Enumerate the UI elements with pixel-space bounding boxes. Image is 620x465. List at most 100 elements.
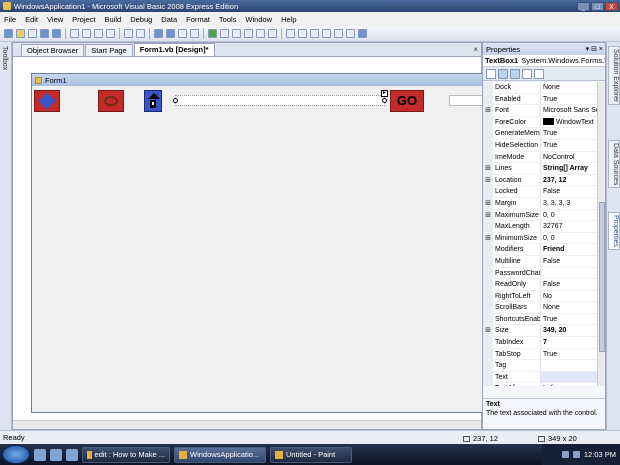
resize-handle-right[interactable] (382, 98, 387, 103)
property-value[interactable]: True (541, 140, 599, 151)
property-row[interactable]: ReadOnly False (483, 279, 599, 291)
comment-icon[interactable] (124, 29, 133, 38)
object-browser-icon[interactable] (322, 29, 331, 38)
tab-data-sources[interactable]: Data Sources (608, 140, 620, 189)
delete-icon[interactable] (106, 29, 115, 38)
start-debugging-icon[interactable] (208, 29, 217, 38)
step-into-icon[interactable] (244, 29, 253, 38)
menu-debug[interactable]: Debug (130, 15, 152, 24)
taskbar-item-paint[interactable]: Untitled - Paint (270, 446, 352, 463)
property-row[interactable]: ⊞ Size 349, 20 (483, 325, 599, 338)
close-button[interactable]: X (605, 1, 618, 11)
property-value[interactable]: False (541, 256, 599, 267)
property-row[interactable]: ⊞ Location 237, 12 (483, 174, 599, 187)
step-over-icon[interactable] (256, 29, 265, 38)
property-value[interactable]: Microsoft Sans Serif (541, 105, 599, 116)
property-value[interactable]: Left (541, 383, 599, 386)
properties-icon[interactable] (510, 68, 520, 79)
property-value[interactable]: NoControl (541, 152, 599, 163)
property-grid[interactable]: Dock None Enabled True ⊞ Font Microsoft Sans S… (483, 82, 599, 386)
object-selector[interactable]: TextBox1 System.Windows.Forms.TextBox (483, 55, 605, 67)
property-value[interactable] (541, 268, 599, 279)
redo-icon[interactable] (166, 29, 175, 38)
volume-icon[interactable] (572, 451, 580, 458)
menu-edit[interactable]: Edit (25, 15, 38, 24)
step-out-icon[interactable] (268, 29, 277, 38)
property-value[interactable]: True (541, 94, 599, 105)
property-row[interactable]: ScrollBars None (483, 302, 599, 314)
menu-window[interactable]: Window (245, 15, 272, 24)
property-value[interactable]: 0, 0 (541, 210, 599, 221)
property-row[interactable]: Text (483, 371, 599, 384)
quicklaunch-desktop-icon[interactable] (34, 448, 46, 461)
form1-window[interactable]: Form1 ▸ GO (31, 73, 489, 413)
property-row[interactable]: GenerateMemberTrue (483, 128, 599, 140)
toolbox-tab[interactable]: Toolbox (1, 46, 8, 70)
property-value[interactable]: True (541, 349, 599, 360)
add-item-icon[interactable] (28, 29, 37, 38)
form-designer-surface[interactable]: Form1 ▸ GO (13, 57, 489, 429)
property-row[interactable]: Enabled True (483, 93, 599, 106)
properties-window-icon[interactable] (310, 29, 319, 38)
property-row[interactable]: ⊞ MaximumSize 0, 0 (483, 209, 599, 222)
home-button[interactable] (144, 90, 162, 112)
toolbox-icon[interactable] (334, 29, 343, 38)
paste-icon[interactable] (94, 29, 103, 38)
property-row[interactable]: ⊞FontMicrosoft Sans Serif (483, 105, 599, 117)
form1-body[interactable]: ▸ GO (32, 86, 489, 412)
alphabetical-icon[interactable] (498, 68, 508, 79)
menu-project[interactable]: Project (72, 15, 95, 24)
quicklaunch-folder-icon[interactable] (66, 448, 78, 461)
property-row[interactable]: TabIndex 7 (483, 337, 599, 349)
property-value[interactable]: False (541, 279, 599, 290)
uncomment-icon[interactable] (136, 29, 145, 38)
properties-window-buttons[interactable]: ▾ ⊟ × (586, 45, 605, 53)
menu-format[interactable]: Format (186, 15, 210, 24)
property-value[interactable]: 237, 12 (541, 175, 599, 186)
property-row[interactable]: ForeColor WindowText (483, 116, 599, 129)
designer-horizontal-scrollbar[interactable] (13, 420, 481, 429)
property-value[interactable]: No (541, 291, 599, 302)
menu-help[interactable]: Help (281, 15, 296, 24)
property-value[interactable]: 32767 (541, 221, 599, 232)
smart-tag-icon[interactable]: ▸ (381, 90, 388, 97)
menu-file[interactable]: File (4, 15, 16, 24)
property-row[interactable]: PasswordChar (483, 267, 599, 280)
property-row[interactable]: TextAlignLeft (483, 383, 599, 386)
property-value[interactable]: None (541, 82, 599, 93)
categorized-icon[interactable] (486, 68, 496, 79)
back-button[interactable] (34, 90, 60, 112)
expand-icon[interactable]: ⊞ (483, 105, 493, 116)
quicklaunch-ie-icon[interactable] (50, 448, 62, 461)
property-row[interactable]: Modifiers Friend (483, 244, 599, 256)
property-value[interactable]: True (541, 314, 599, 325)
save-all-icon[interactable] (52, 29, 61, 38)
undo-icon[interactable] (154, 29, 163, 38)
stop-button[interactable] (98, 90, 124, 112)
property-value[interactable] (541, 371, 599, 383)
break-all-icon[interactable] (220, 29, 229, 38)
menu-tools[interactable]: Tools (219, 15, 237, 24)
toolbar-options-icon[interactable] (358, 29, 367, 38)
tab-properties[interactable]: Properties (608, 212, 620, 250)
expand-icon[interactable]: ⊞ (483, 325, 493, 337)
property-value[interactable]: 7 (541, 337, 599, 348)
property-row[interactable]: RightToLeft No (483, 290, 599, 303)
maximize-button[interactable]: □ (591, 1, 604, 11)
property-value[interactable]: Friend (541, 244, 599, 255)
property-value[interactable]: True (541, 128, 599, 139)
tab-form1-design[interactable]: Form1.vb [Design]* (133, 43, 215, 56)
property-row[interactable]: ShortcutsEnabledTrue (483, 313, 599, 326)
solution-explorer-icon[interactable] (298, 29, 307, 38)
menu-build[interactable]: Build (105, 15, 122, 24)
find-icon[interactable] (286, 29, 295, 38)
taskbar-item-vb[interactable]: WindowsApplicatio... (174, 446, 266, 463)
expand-icon[interactable]: ⊞ (483, 232, 493, 244)
property-value[interactable]: 349, 20 (541, 325, 599, 336)
property-value[interactable]: None (541, 302, 599, 313)
property-row[interactable]: Multiline False (483, 255, 599, 268)
expand-icon[interactable]: ⊞ (483, 197, 493, 209)
open-file-icon[interactable] (16, 29, 25, 38)
property-row[interactable]: ⊞ MinimumSize 0, 0 (483, 232, 599, 245)
taskbar-item-browser[interactable]: edit : How to Make ... (82, 446, 170, 463)
